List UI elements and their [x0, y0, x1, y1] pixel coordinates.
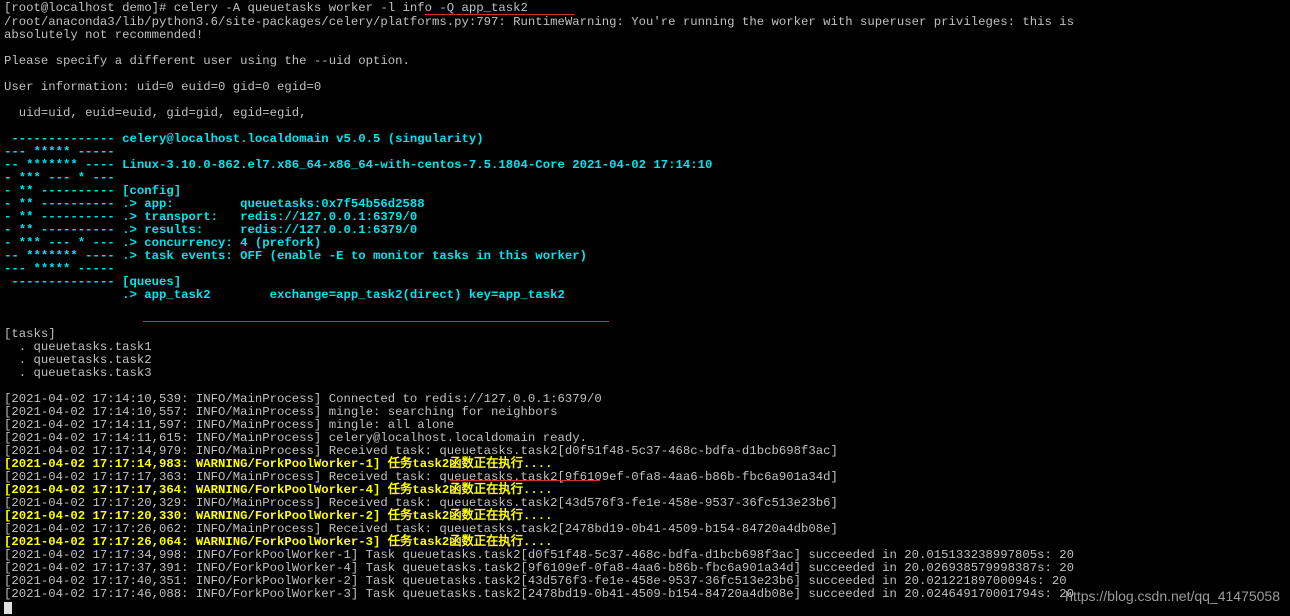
watermark-text: https://blog.csdn.net/qq_41475058	[1065, 588, 1280, 604]
terminal-cursor	[4, 602, 12, 614]
banner-queues-line: .> app_task2 exchange=app_task2(direct) …	[4, 288, 565, 302]
log-line: [2021-04-02 17:17:46,088: INFO/ForkPoolW…	[4, 587, 1075, 601]
annotation-underline	[450, 480, 600, 481]
user-info-line: User information: uid=0 euid=0 gid=0 egi…	[4, 80, 322, 94]
terminal-window[interactable]: [root@localhost demo]# celery -A queueta…	[0, 0, 1290, 616]
task-list-item: . queuetasks.task3	[4, 366, 152, 380]
annotation-underline	[425, 14, 575, 15]
uid-hint-line: Please specify a different user using th…	[4, 54, 410, 68]
runtime-warning-line: absolutely not recommended!	[4, 28, 204, 42]
annotation-underline	[143, 321, 609, 322]
user-info-line: uid=uid, euid=euid, gid=gid, egid=egid,	[4, 106, 307, 120]
